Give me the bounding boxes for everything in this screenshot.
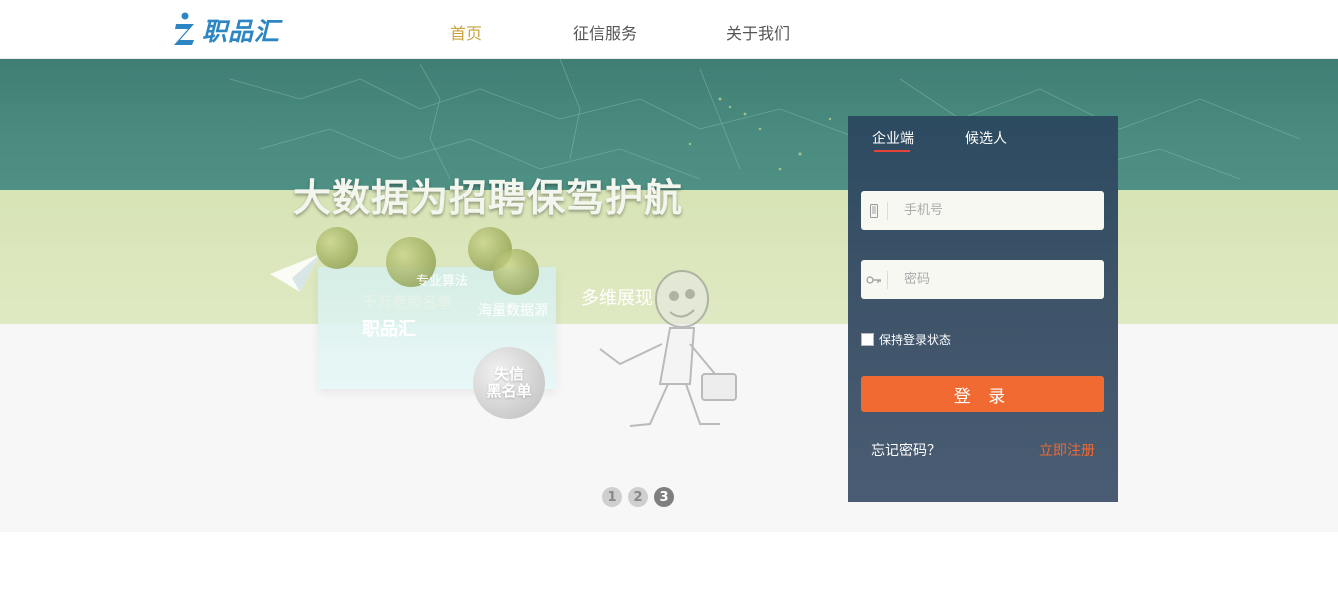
phone-field — [861, 191, 1104, 230]
banner-headline: 大数据为招聘保驾护航 — [293, 176, 684, 220]
label-data-source: 海量数据源 — [478, 303, 548, 319]
login-panel: 企业端 候选人 保持登录状态 登 录 忘记密码？ 立即注册 — [848, 116, 1118, 502]
phone-input[interactable] — [902, 202, 1096, 219]
password-field — [861, 260, 1104, 299]
tab-candidate[interactable]: 候选人 — [965, 128, 1007, 148]
field-divider — [887, 270, 888, 289]
running-man-illustration — [599, 270, 737, 427]
data-ball — [493, 249, 539, 295]
nav-credit-services[interactable]: 征信服务 — [573, 20, 637, 44]
active-tab-underline — [874, 150, 910, 152]
hero-banner: 大数据为招聘保驾护航 专业算法 千万老赖名单 海量数据源 多维展现 职品汇 失信… — [0, 59, 1338, 532]
label-brand: 职品汇 — [362, 319, 416, 340]
data-ball — [316, 227, 358, 269]
forgot-password-link[interactable]: 忘记密码？ — [871, 440, 941, 460]
logo-icon — [174, 12, 194, 45]
phone-icon — [861, 191, 887, 230]
nav-home[interactable]: 首页 — [450, 20, 482, 44]
ball-text-line2: 黑名单 — [486, 382, 532, 400]
slide-dot-1[interactable]: 1 — [602, 487, 622, 507]
field-divider — [887, 201, 888, 220]
paper-plane-icon — [270, 254, 320, 292]
remember-label: 保持登录状态 — [879, 333, 952, 347]
logo-text: 职品汇 — [202, 17, 281, 46]
slide-dot-3[interactable]: 3 — [654, 487, 674, 507]
login-button[interactable]: 登 录 — [861, 376, 1104, 412]
slide-dot-2[interactable]: 2 — [628, 487, 648, 507]
ball-text-line1: 失信 — [493, 365, 524, 383]
nav-about-us[interactable]: 关于我们 — [726, 20, 790, 44]
site-header: 职品汇 首页 征信服务 关于我们 — [0, 0, 1338, 59]
slide-indicators: 1 2 3 — [602, 487, 674, 507]
remember-checkbox[interactable] — [861, 333, 874, 346]
label-blacklist-names: 千万老赖名单 — [362, 293, 453, 311]
remember-me: 保持登录状态 — [861, 331, 951, 348]
key-icon — [861, 260, 887, 299]
password-input[interactable] — [902, 271, 1096, 288]
logo[interactable]: 职品汇 — [172, 12, 280, 48]
tab-enterprise[interactable]: 企业端 — [872, 128, 914, 148]
blacklist-ball: 失信 黑名单 — [473, 347, 545, 419]
label-algorithm: 专业算法 — [416, 274, 469, 289]
register-link[interactable]: 立即注册 — [1039, 440, 1095, 460]
